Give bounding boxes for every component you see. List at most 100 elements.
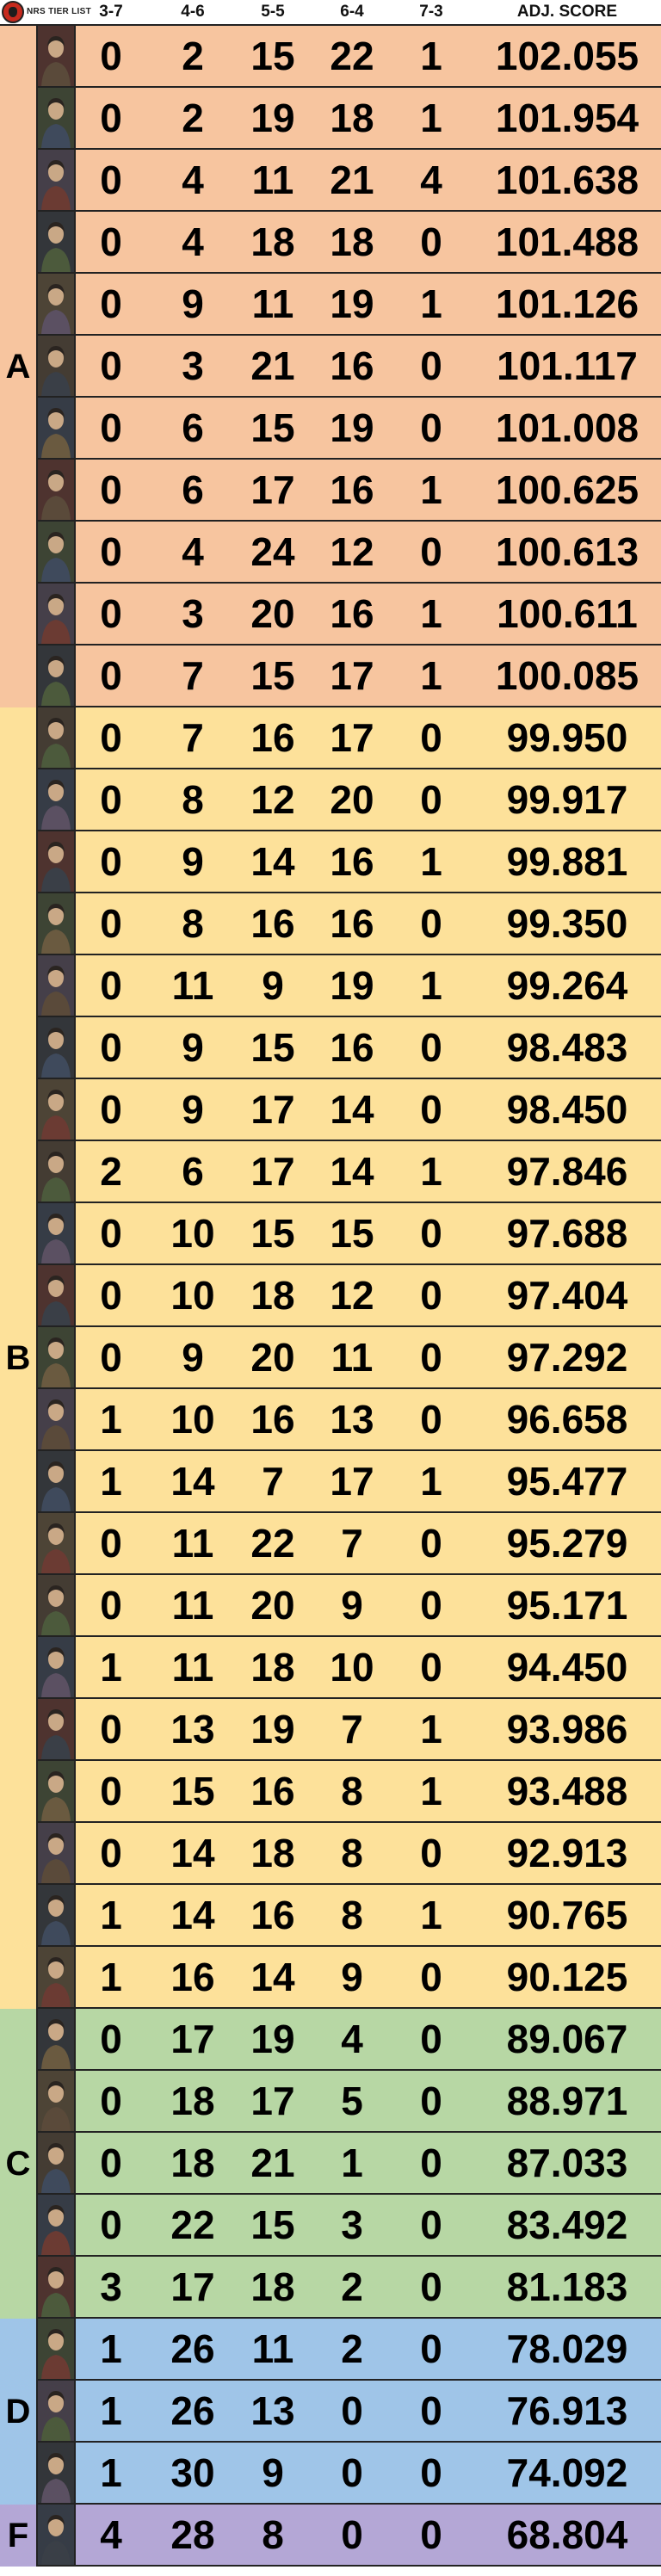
- record-7-3-cell: 0: [420, 529, 442, 574]
- record-4-6-cell: 6: [182, 405, 204, 450]
- record-7-3-cell: 0: [420, 343, 442, 388]
- character-portrait-icon: [38, 2071, 76, 2131]
- character-portrait-icon: [38, 274, 76, 334]
- tier-label: B: [0, 707, 38, 2009]
- record-7-3-cell: 0: [420, 1335, 442, 1380]
- adj-score-cell: 97.846: [506, 1149, 628, 1194]
- table-row: 0 11 20 9 0 95.171: [38, 1575, 661, 1637]
- character-portrait-icon: [38, 2257, 76, 2317]
- record-6-4-cell: 16: [330, 901, 374, 946]
- record-4-6-cell: 8: [182, 901, 204, 946]
- record-5-5-cell: 18: [250, 219, 295, 264]
- record-5-5-cell: 8: [262, 2512, 284, 2557]
- record-4-6-cell: 26: [170, 2326, 215, 2371]
- record-5-5-cell: 18: [250, 1831, 295, 1875]
- record-3-7-cell: 1: [100, 2388, 122, 2433]
- character-portrait-icon: [38, 2505, 76, 2565]
- record-5-5-cell: 19: [250, 1707, 295, 1751]
- table-row: 0 13 19 7 1 93.986: [38, 1699, 661, 1761]
- character-portrait-icon: [38, 26, 76, 86]
- record-5-5-cell: 18: [250, 1273, 295, 1318]
- adj-score-cell: 87.033: [506, 2140, 628, 2185]
- game-logo-icon: [2, 1, 24, 23]
- tier-section-c: C 0 17 19 4 0 89.067 0 18 17 5 0 88.971 0 18 21 1 0 87.033…: [0, 2009, 661, 2319]
- column-header-6-4: 6-4: [340, 3, 364, 21]
- record-6-4-cell: 9: [341, 1583, 363, 1628]
- record-5-5-cell: 22: [250, 1521, 295, 1566]
- record-6-4-cell: 17: [330, 653, 374, 698]
- tier-section-b: B 0 7 16 17 0 99.950 0 8 12 20 0 99.917 0 9 14 16 1 99.881…: [0, 707, 661, 2009]
- record-6-4-cell: 13: [330, 1397, 374, 1442]
- record-5-5-cell: 15: [250, 1025, 295, 1070]
- tier-list-board: NRS TIER LIST 3-7 4-6 5-5 6-4 7-3 ADJ. S…: [0, 0, 661, 2576]
- record-7-3-cell: 0: [420, 2202, 442, 2247]
- adj-score-cell: 101.008: [495, 405, 639, 450]
- record-7-3-cell: 4: [420, 158, 442, 202]
- record-5-5-cell: 11: [251, 2326, 294, 2371]
- character-portrait-icon: [38, 1637, 76, 1697]
- record-4-6-cell: 4: [182, 529, 204, 574]
- record-5-5-cell: 12: [250, 777, 295, 822]
- record-3-7-cell: 0: [100, 901, 122, 946]
- record-6-4-cell: 0: [341, 2388, 363, 2433]
- record-3-7-cell: 1: [100, 2450, 122, 2495]
- record-4-6-cell: 28: [170, 2512, 215, 2557]
- adj-score-cell: 95.279: [506, 1521, 628, 1566]
- table-row: 0 7 15 17 1 100.085: [38, 646, 661, 707]
- character-portrait-icon: [38, 1389, 76, 1449]
- record-6-4-cell: 21: [330, 158, 374, 202]
- record-4-6-cell: 4: [182, 219, 204, 264]
- record-6-4-cell: 14: [330, 1087, 374, 1132]
- character-portrait-icon: [38, 1575, 76, 1635]
- record-7-3-cell: 1: [420, 281, 442, 326]
- record-3-7-cell: 0: [100, 405, 122, 450]
- record-3-7-cell: 1: [100, 2326, 122, 2371]
- record-3-7-cell: 0: [100, 1769, 122, 1813]
- record-6-4-cell: 12: [330, 1273, 374, 1318]
- character-portrait-icon: [38, 1203, 76, 1263]
- record-7-3-cell: 0: [420, 1087, 442, 1132]
- record-6-4-cell: 8: [341, 1893, 363, 1937]
- record-7-3-cell: 0: [420, 1397, 442, 1442]
- record-7-3-cell: 0: [420, 219, 442, 264]
- record-5-5-cell: 17: [250, 2079, 295, 2123]
- record-3-7-cell: 0: [100, 158, 122, 202]
- record-4-6-cell: 7: [182, 653, 204, 698]
- adj-score-cell: 90.765: [506, 1893, 628, 1937]
- record-3-7-cell: 0: [100, 96, 122, 140]
- tier-label: C: [0, 2009, 38, 2319]
- adj-score-cell: 68.804: [506, 2512, 628, 2557]
- record-6-4-cell: 11: [330, 1335, 374, 1380]
- table-row: 1 10 16 13 0 96.658: [38, 1389, 661, 1451]
- record-5-5-cell: 16: [250, 1769, 295, 1813]
- record-6-4-cell: 16: [330, 591, 374, 636]
- adj-score-cell: 96.658: [506, 1397, 628, 1442]
- adj-score-cell: 98.450: [506, 1087, 628, 1132]
- record-3-7-cell: 0: [100, 1087, 122, 1132]
- record-4-6-cell: 2: [182, 34, 204, 78]
- column-header-adj-score: ADJ. SCORE: [516, 3, 618, 21]
- record-6-4-cell: 5: [341, 2079, 363, 2123]
- record-6-4-cell: 9: [341, 1955, 363, 1999]
- record-5-5-cell: 17: [250, 467, 295, 512]
- record-4-6-cell: 3: [182, 591, 204, 636]
- table-row: 0 9 11 19 1 101.126: [38, 274, 661, 336]
- table-row: 0 9 15 16 0 98.483: [38, 1017, 661, 1079]
- record-5-5-cell: 15: [250, 34, 295, 78]
- record-7-3-cell: 0: [420, 2079, 442, 2123]
- adj-score-cell: 101.954: [495, 96, 639, 140]
- record-3-7-cell: 0: [100, 1521, 122, 1566]
- adj-score-cell: 94.450: [506, 1645, 628, 1690]
- character-portrait-icon: [38, 460, 76, 520]
- record-3-7-cell: 0: [100, 2202, 122, 2247]
- record-3-7-cell: 0: [100, 1273, 122, 1318]
- adj-score-cell: 97.292: [506, 1335, 628, 1380]
- table-row: 0 9 14 16 1 99.881: [38, 831, 661, 893]
- character-portrait-icon: [38, 88, 76, 148]
- record-4-6-cell: 18: [170, 2079, 215, 2123]
- adj-score-cell: 93.488: [506, 1769, 628, 1813]
- record-5-5-cell: 11: [251, 281, 294, 326]
- character-portrait-icon: [38, 831, 76, 892]
- adj-score-cell: 101.488: [495, 219, 639, 264]
- adj-score-cell: 102.055: [495, 34, 639, 78]
